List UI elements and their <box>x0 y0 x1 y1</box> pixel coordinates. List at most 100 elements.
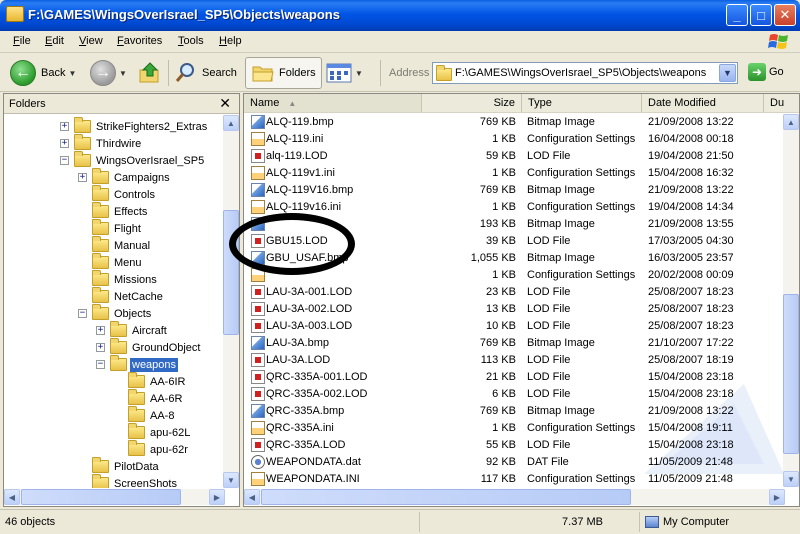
folder-tree-item[interactable]: + GroundObject <box>96 338 202 356</box>
folder-tree-item[interactable]: Menu <box>78 253 144 271</box>
folder-tree-item[interactable]: AA-6R <box>114 389 184 407</box>
menu-file[interactable]: File <box>13 35 31 47</box>
folder-icon <box>128 423 145 439</box>
address-dropdown-button[interactable]: ▼ <box>719 64 736 82</box>
folder-tree-item[interactable]: ScreenShots <box>78 474 179 488</box>
folder-tree-item[interactable]: AA-6IR <box>114 372 187 390</box>
go-button[interactable]: ➜ Go <box>748 63 784 81</box>
forward-button[interactable]: → ▼ <box>90 57 127 89</box>
file-row[interactable]: LAU-3A-002.LOD 13 KB LOD File 25/08/2007 18… <box>244 301 799 318</box>
scroll-right-button[interactable]: ▶ <box>209 489 225 505</box>
expand-icon[interactable]: + <box>96 326 105 335</box>
file-date: 15/04/2008 23:18 <box>648 388 734 400</box>
folder-tree-item[interactable]: AA-8 <box>114 406 176 424</box>
folders-button[interactable]: Folders <box>245 57 322 89</box>
folder-tree-item[interactable]: NetCache <box>78 287 165 305</box>
column-header-type[interactable]: Type <box>522 94 642 112</box>
chevron-down-icon[interactable]: ▼ <box>68 69 76 78</box>
collapse-icon[interactable]: − <box>96 360 105 369</box>
collapse-icon[interactable]: − <box>78 309 87 318</box>
file-row[interactable]: LAU-3A.LOD 113 KB LOD File 25/08/2007 18:19 <box>244 352 799 369</box>
column-header-date-modified[interactable]: Date Modified <box>642 94 764 112</box>
file-row[interactable]: WEAPONDATA.INI 117 KB Configuration Settin… <box>244 471 799 488</box>
close-folders-pane-icon[interactable]: ✕ <box>219 95 231 112</box>
folder-tree-item[interactable]: Manual <box>78 236 152 254</box>
expand-icon[interactable]: + <box>60 122 69 131</box>
collapse-icon[interactable]: − <box>60 156 69 165</box>
folder-tree-item[interactable]: Controls <box>78 185 157 203</box>
scroll-up-button[interactable]: ▲ <box>783 114 799 130</box>
bmp-file-icon <box>251 115 265 129</box>
files-vertical-scrollbar[interactable]: ▲ ▼ <box>783 114 799 487</box>
scroll-up-button[interactable]: ▲ <box>223 115 239 131</box>
scroll-down-button[interactable]: ▼ <box>783 471 799 487</box>
folder-tree-item[interactable]: + Thirdwire <box>60 134 143 152</box>
maximize-button[interactable]: □ <box>750 4 772 26</box>
file-size: 39 KB <box>486 235 516 247</box>
folder-tree-item[interactable]: + StrikeFighters2_Extras <box>60 117 209 135</box>
folder-tree-item[interactable]: − Objects <box>78 304 153 322</box>
menu-edit[interactable]: Edit <box>45 35 64 47</box>
file-row[interactable]: alq-119.LOD 59 KB LOD File 19/04/2008 21:50 <box>244 148 799 165</box>
file-row[interactable]: QRC-335A.LOD 55 KB LOD File 15/04/2008 23:1… <box>244 437 799 454</box>
sort-arrow-icon: ▲ <box>288 99 297 108</box>
expand-icon[interactable]: + <box>96 343 105 352</box>
file-row[interactable]: ALQ-119.bmp 769 KB Bitmap Image 21/09/2008 … <box>244 114 799 131</box>
folder-tree-item[interactable]: apu-62r <box>114 440 190 458</box>
menu-help[interactable]: Help <box>219 35 242 47</box>
address-value[interactable]: F:\GAMES\WingsOverIsrael_SP5\Objects\wea… <box>455 67 719 79</box>
search-button[interactable]: Search <box>174 57 237 89</box>
chevron-down-icon[interactable]: ▼ <box>119 69 127 78</box>
file-row[interactable]: QRC-335A.bmp 769 KB Bitmap Image 21/09/2008… <box>244 403 799 420</box>
folder-tree-item[interactable]: Flight <box>78 219 143 237</box>
scroll-right-button[interactable]: ▶ <box>769 489 785 505</box>
column-header-size[interactable]: Size <box>422 94 522 112</box>
folder-tree-item[interactable]: Effects <box>78 202 149 220</box>
folders-horizontal-scrollbar[interactable]: ◀ ▶ <box>4 489 225 505</box>
column-header-extra[interactable]: Du <box>764 94 799 112</box>
expand-icon[interactable]: + <box>60 139 69 148</box>
scroll-left-button[interactable]: ◀ <box>244 489 260 505</box>
address-input[interactable]: F:\GAMES\WingsOverIsrael_SP5\Objects\wea… <box>432 62 738 84</box>
file-row[interactable]: ALQ-119V16.bmp 769 KB Bitmap Image 21/09/20… <box>244 182 799 199</box>
views-button[interactable]: ▼ <box>326 57 363 89</box>
minimize-button[interactable]: _ <box>726 4 748 26</box>
folders-vertical-scrollbar[interactable]: ▲ ▼ <box>223 115 239 488</box>
menu-favorites[interactable]: Favorites <box>117 35 162 47</box>
scroll-left-button[interactable]: ◀ <box>4 489 20 505</box>
scroll-thumb[interactable] <box>783 294 799 454</box>
close-button[interactable]: ✕ <box>774 4 796 26</box>
folder-tree-item[interactable]: − WingsOverIsrael_SP5 <box>60 151 206 169</box>
column-header-name[interactable]: Name ▲ <box>244 94 422 112</box>
menu-view[interactable]: View <box>79 35 103 47</box>
back-button[interactable]: ← Back ▼ <box>10 57 76 89</box>
scroll-thumb[interactable] <box>261 489 631 505</box>
file-row[interactable]: LAU-3A.bmp 769 KB Bitmap Image 21/10/2007 1… <box>244 335 799 352</box>
file-name: QRC-335A.ini <box>266 422 334 434</box>
chevron-down-icon[interactable]: ▼ <box>355 69 363 78</box>
expand-icon[interactable]: + <box>78 173 87 182</box>
up-folder-button[interactable] <box>138 57 162 89</box>
scroll-down-button[interactable]: ▼ <box>223 472 239 488</box>
scroll-thumb[interactable] <box>21 489 181 505</box>
file-row[interactable]: LAU-3A-001.LOD 23 KB LOD File 25/08/2007 18… <box>244 284 799 301</box>
file-row[interactable]: QRC-335A.ini 1 KB Configuration Settings 15… <box>244 420 799 437</box>
file-row[interactable]: LAU-3A-003.LOD 10 KB LOD File 25/08/2007 18… <box>244 318 799 335</box>
file-row[interactable]: WEAPONDATA.dat 92 KB DAT File 11/05/2009 21… <box>244 454 799 471</box>
file-row[interactable]: QRC-335A-002.LOD 6 KB LOD File 15/04/2008 2… <box>244 386 799 403</box>
folder-tree-item[interactable]: − weapons <box>96 355 179 373</box>
folder-tree-item[interactable]: Missions <box>78 270 159 288</box>
folder-tree-item[interactable]: apu-62L <box>114 423 192 441</box>
files-horizontal-scrollbar[interactable]: ◀ ▶ <box>244 489 785 505</box>
file-row[interactable]: ALQ-119v16.ini 1 KB Configuration Settings… <box>244 199 799 216</box>
menu-tools[interactable]: Tools <box>178 35 204 47</box>
folder-tree-item[interactable]: PilotData <box>78 457 161 475</box>
file-row[interactable]: QRC-335A-001.LOD 21 KB LOD File 15/04/2008 … <box>244 369 799 386</box>
file-row[interactable]: ALQ-119v1.ini 1 KB Configuration Settings 1… <box>244 165 799 182</box>
file-row[interactable]: ALQ-119.ini 1 KB Configuration Settings 16/… <box>244 131 799 148</box>
folder-tree-item[interactable]: + Aircraft <box>96 321 169 339</box>
folder-icon <box>128 389 145 405</box>
folder-tree-item[interactable]: + Campaigns <box>78 168 172 186</box>
title-bar[interactable]: F:\GAMES\WingsOverIsrael_SP5\Objects\wea… <box>0 0 800 31</box>
